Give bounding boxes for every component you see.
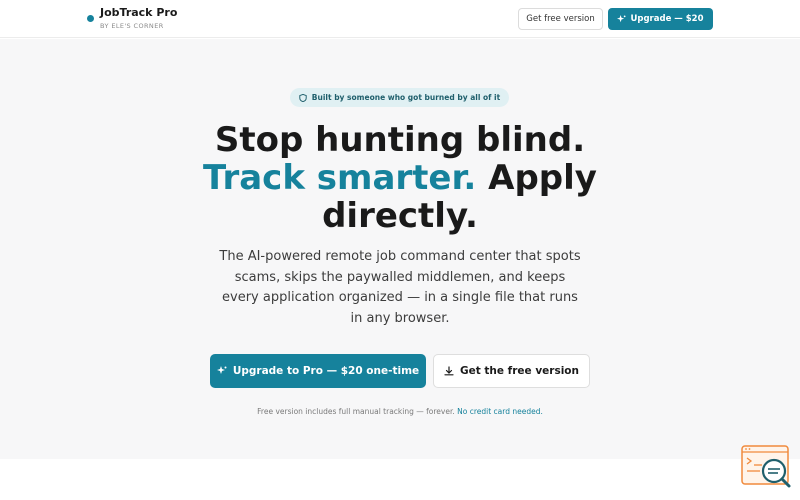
download-icon: [444, 366, 454, 376]
headline-accent: Track smarter.: [203, 158, 477, 198]
headline-line-2: Track smarter. Apply: [150, 159, 650, 197]
help-widget[interactable]: [740, 445, 792, 489]
upgrade-to-pro-label: Upgrade to Pro — $20 one-time: [232, 365, 420, 377]
brand-name[interactable]: JobTrack Pro: [100, 6, 177, 19]
sparkle-icon: [617, 14, 627, 22]
search-help-icon: [741, 445, 791, 488]
get-free-version-label: Get the free version: [459, 365, 579, 377]
headline-line-1: Stop hunting blind.: [214, 120, 586, 160]
top-header: JobTrack Pro BY ELE'S CORNER Get free ve…: [0, 0, 800, 38]
tagline-pill: Built by someone who got burned by all o…: [290, 88, 509, 107]
sparkle-icon: [216, 366, 227, 374]
footnote-link: No credit card needed.: [457, 407, 543, 416]
get-free-version-cta[interactable]: Get the free version: [433, 354, 590, 388]
headline-rest: Apply: [488, 158, 597, 198]
brand-logo-dot: [87, 15, 94, 22]
tagline-text: Built by someone who got burned by all o…: [311, 93, 501, 102]
upgrade-to-pro-button[interactable]: Upgrade to Pro — $20 one-time: [210, 354, 426, 388]
hero-headline: Stop hunting blind. Track smarter. Apply…: [150, 121, 650, 235]
footnote-text: Free version includes full manual tracki…: [257, 407, 455, 416]
headline-line-3: directly.: [322, 196, 478, 236]
shield-icon: [299, 93, 307, 102]
upgrade-button[interactable]: Upgrade — $20: [608, 8, 713, 30]
hero-subtitle: The AI-powered remote job command center…: [219, 249, 581, 326]
brand-subtitle: BY ELE'S CORNER: [100, 22, 164, 30]
footnote: Free version includes full manual tracki…: [200, 407, 600, 416]
upgrade-button-label: Upgrade — $20: [630, 14, 704, 24]
get-free-version-button[interactable]: Get free version: [518, 8, 603, 30]
hero-section: Built by someone who got burned by all o…: [0, 39, 800, 459]
